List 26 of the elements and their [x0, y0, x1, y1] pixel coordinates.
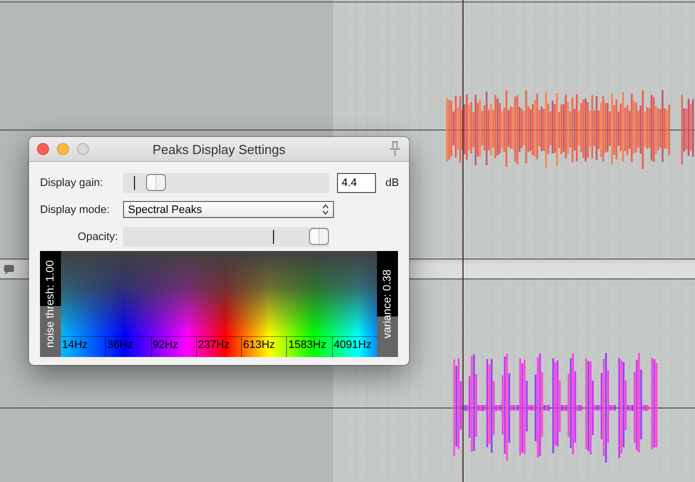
frequency-label: 237Hz: [196, 337, 242, 357]
mode-dropdown[interactable]: Spectral Peaks: [123, 201, 334, 218]
unit-label: dB: [386, 176, 399, 188]
spectrum-gradient[interactable]: 14Hz 36Hz 92Hz 237Hz 613Hz 1583Hz 4091Hz: [61, 251, 377, 357]
variance-bar[interactable]: variance: 0.38: [377, 251, 398, 357]
pin-icon[interactable]: [389, 141, 401, 157]
gain-field[interactable]: 4.4: [336, 172, 376, 192]
field-label: Opacity:: [76, 230, 118, 242]
gain-slider[interactable]: [122, 172, 329, 192]
frequency-label: 1583Hz: [286, 337, 332, 357]
threshold-bar[interactable]: noise thresh: 1.00: [40, 251, 61, 357]
stepper-icon: [322, 204, 329, 215]
field-label: Display mode:: [40, 204, 111, 216]
window-title: Peaks Display Settings: [152, 142, 286, 156]
opacity-slider[interactable]: [123, 226, 329, 246]
comment-icon: [4, 265, 14, 275]
field-label: Display gain:: [40, 176, 104, 188]
threshold-label: noise thresh: 1.00: [44, 260, 56, 348]
close-button[interactable]: [37, 143, 49, 155]
frequency-label: 36Hz: [105, 337, 151, 357]
frequency-label: 14Hz: [61, 338, 89, 353]
variance-label: variance: 0.38: [382, 269, 394, 339]
frequency-label: 92Hz: [150, 337, 196, 357]
minimize-button[interactable]: [57, 143, 69, 155]
zoom-button[interactable]: [77, 143, 89, 155]
frequency-label: 613Hz: [241, 337, 286, 357]
